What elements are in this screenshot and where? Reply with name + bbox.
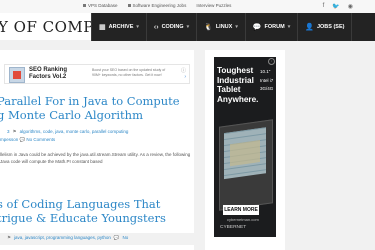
ad-thumbnail <box>9 67 25 83</box>
ad-banner[interactable]: SEO Ranking Factors Vol.2 Boost your SEO… <box>4 64 190 84</box>
article-title-line: Parallel For in Java to Compute <box>0 94 180 108</box>
nav-label: ARCHIVE <box>108 24 134 30</box>
top-link-label: VPS Database <box>88 3 118 8</box>
nav-archive[interactable]: ▦ ARCHIVE ▾ <box>91 13 147 41</box>
article-title-line: s of Coding Languages That <box>0 197 161 211</box>
nav-forum[interactable]: 💬 FORUM ▾ <box>246 13 299 41</box>
nav-jobs[interactable]: 👤 JOBS (SE) <box>298 13 353 41</box>
article-excerpt: llelism in Java could be achieved by the… <box>0 152 191 164</box>
meta-author[interactable]: mpesson <box>0 137 18 142</box>
rss-icon[interactable]: ◉ <box>348 3 353 10</box>
tablet-image <box>219 119 273 211</box>
user-icon: 👤 <box>305 24 314 31</box>
tag-icon: ⚑ <box>12 129 17 134</box>
grid-icon: ▦ <box>99 24 106 31</box>
briefcase-icon <box>127 4 131 7</box>
chevron-down-icon: ▾ <box>186 24 190 30</box>
nav-label: LINUX <box>215 24 233 30</box>
nav-linux[interactable]: 🐧 LINUX ▾ <box>197 13 246 41</box>
meta-tags[interactable]: algorithms, code, java, monte carlo, par… <box>20 129 129 135</box>
ad-arrow-icon[interactable]: › <box>184 74 186 80</box>
ad-info-icon[interactable]: i <box>268 58 275 65</box>
tablet-screen <box>224 127 266 180</box>
main-nav: ▦ ARCHIVE ▾ ‹› CODING ▾ 🐧 LINUX ▾ 💬 FORU… <box>91 13 375 41</box>
comment-icon: 💬 <box>19 137 26 142</box>
spec-item: Intel i7 <box>260 77 274 83</box>
spec-item: 10.1" <box>260 69 271 74</box>
article-title[interactable]: s of Coding Languages That trigue & Educ… <box>0 197 193 225</box>
top-link-jobs[interactable]: Software Engineering Jobs <box>127 3 187 8</box>
comment-icon: 💬 <box>113 235 120 240</box>
meta-tags[interactable]: java, javascript, programming languages,… <box>14 235 111 241</box>
facebook-icon[interactable]: f <box>323 3 325 10</box>
vps-icon <box>83 4 86 7</box>
top-link-vps[interactable]: VPS Database <box>83 3 118 8</box>
article-title-line: g Monte Carlo Algorithm <box>0 108 143 122</box>
article-meta: 3 ⚑ algorithms, code, java, monte carlo,… <box>7 129 128 135</box>
ad-brand: CYBERNET <box>220 225 247 230</box>
meta-comments[interactable]: No <box>122 235 128 241</box>
ad-title: SEO Ranking Factors Vol.2 <box>29 67 68 80</box>
nav-coding[interactable]: ‹› CODING ▾ <box>147 13 198 41</box>
tag-icon: ⚑ <box>7 235 12 240</box>
chevron-down-icon: ▾ <box>287 24 291 30</box>
article-title[interactable]: Parallel For in Java to Compute g Monte … <box>0 94 193 122</box>
top-links: VPS Database Software Engineering Jobs I… <box>83 3 231 8</box>
top-link-label: Interview Puzzles <box>196 3 232 8</box>
nav-label: JOBS (SE) <box>316 24 345 30</box>
twitter-icon[interactable]: 🐦 <box>332 3 339 10</box>
spec-item: 3G/4G <box>260 86 274 91</box>
top-bar: VPS Database Software Engineering Jobs I… <box>0 0 375 14</box>
sidebar-ad[interactable]: i Toughest Industrial Tablet Anywhere. 1… <box>214 57 276 237</box>
chevron-down-icon: ▾ <box>136 24 139 30</box>
linux-icon: 🐧 <box>204 24 213 31</box>
social-links: f 🐦 ◉ <box>323 3 353 10</box>
article-title-line: trigue & Educate Youngsters <box>0 211 166 225</box>
meta-number: 3 <box>7 129 10 134</box>
comments-icon: 💬 <box>252 24 262 31</box>
code-icon: ‹› <box>153 23 159 31</box>
top-link-puzzles[interactable]: Interview Puzzles <box>196 3 231 8</box>
ad-headline: Toughest Industrial Tablet Anywhere. <box>217 66 259 104</box>
meta-comments[interactable]: No Comments <box>26 137 55 142</box>
ad-info-icon[interactable]: ⓘ <box>181 67 186 74</box>
top-link-label: Software Engineering Jobs <box>132 3 187 8</box>
ad-url: cybernetman.com <box>227 217 259 222</box>
nav-label: CODING <box>161 24 184 30</box>
learn-more-button[interactable]: LEARN MORE <box>223 205 259 215</box>
article-meta: ⚑ java, javascript, programming language… <box>7 235 128 241</box>
nav-label: FORUM <box>264 24 285 30</box>
article-meta-2: mpesson 💬 No Comments <box>0 137 55 143</box>
chevron-down-icon: ▾ <box>235 24 238 30</box>
ad-specs: 10.1" Intel i7 3G/4G <box>260 68 273 94</box>
ad-description: Boost your SEO based on the updated stud… <box>92 68 166 77</box>
